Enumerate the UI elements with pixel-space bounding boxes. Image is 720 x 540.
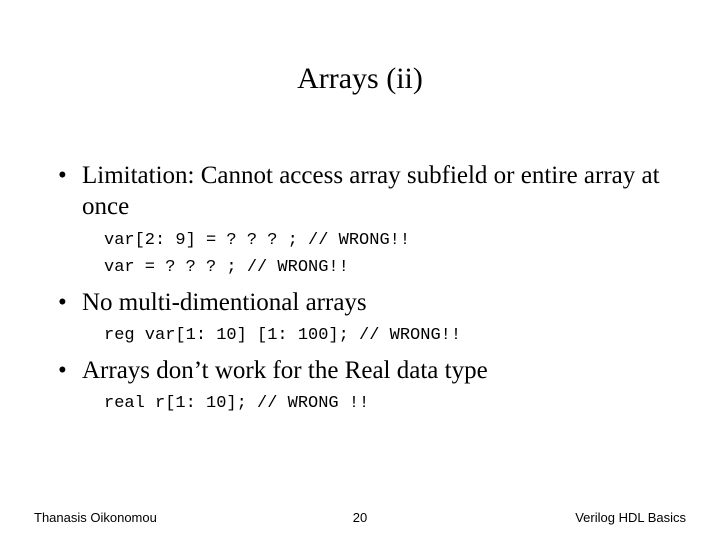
bullet-marker: • [58, 160, 82, 223]
code-line: var = ? ? ? ; // WRONG!! [104, 258, 680, 277]
code-line: real r[1: 10]; // WRONG !! [104, 394, 680, 413]
slide: Arrays (ii) • Limitation: Cannot access … [0, 0, 720, 540]
slide-title: Arrays (ii) [0, 62, 720, 96]
bullet-item: • No multi-dimentional arrays [58, 287, 680, 318]
code-line: var[2: 9] = ? ? ? ; // WRONG!! [104, 231, 680, 250]
code-line: reg var[1: 10] [1: 100]; // WRONG!! [104, 326, 680, 345]
footer-topic: Verilog HDL Basics [575, 510, 686, 525]
slide-body: • Limitation: Cannot access array subfie… [58, 160, 680, 421]
bullet-text: No multi-dimentional arrays [82, 287, 680, 318]
bullet-item: • Arrays don’t work for the Real data ty… [58, 355, 680, 386]
bullet-text: Limitation: Cannot access array subfield… [82, 160, 680, 223]
bullet-marker: • [58, 287, 82, 318]
bullet-text: Arrays don’t work for the Real data type [82, 355, 680, 386]
bullet-item: • Limitation: Cannot access array subfie… [58, 160, 680, 223]
bullet-marker: • [58, 355, 82, 386]
